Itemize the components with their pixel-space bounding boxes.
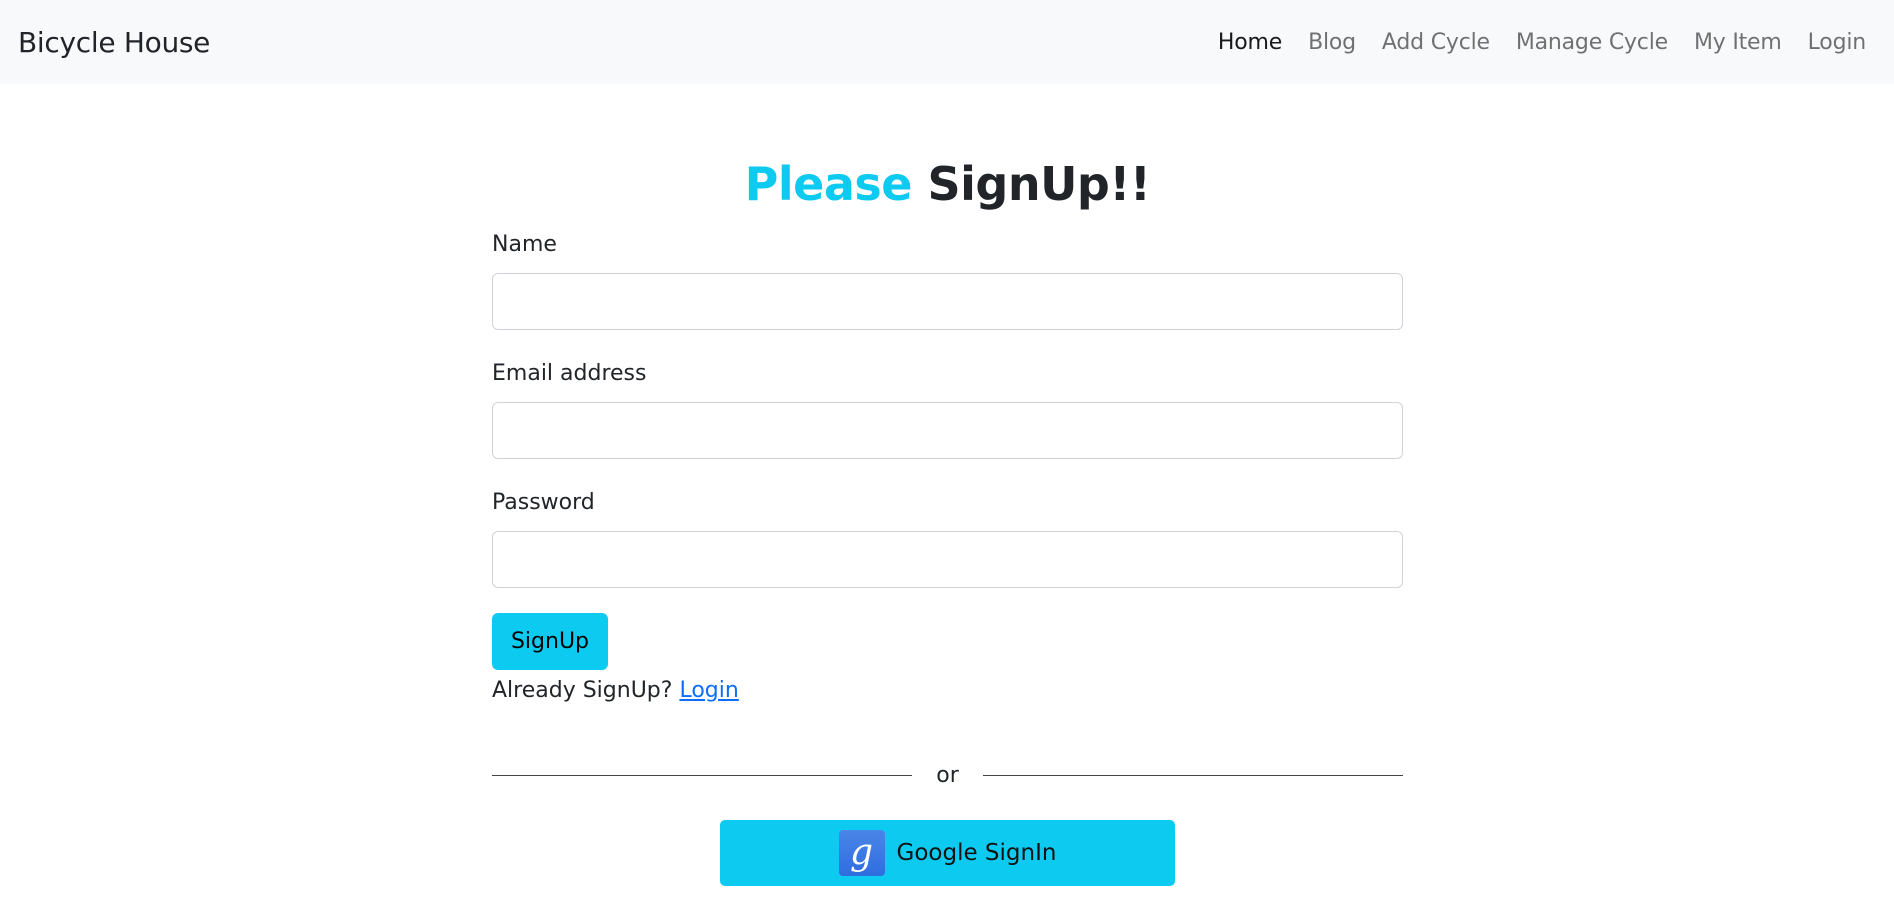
name-field[interactable] [492, 273, 1403, 330]
name-label: Name [492, 232, 557, 257]
page-title: Please SignUp!! [492, 156, 1403, 212]
nav-my-item[interactable]: My Item [1694, 24, 1782, 62]
google-signin-label: Google SignIn [896, 840, 1057, 866]
brand-link[interactable]: Bicycle House [18, 24, 210, 62]
google-signin-button[interactable]: g Google SignIn [720, 820, 1175, 886]
already-signup-text: Already SignUp? Login [492, 674, 739, 708]
email-field[interactable] [492, 402, 1403, 459]
nav-blog[interactable]: Blog [1308, 24, 1356, 62]
title-accent: Please [744, 157, 913, 211]
password-label: Password [492, 490, 595, 515]
divider-line-right [983, 775, 1403, 776]
already-signup-label: Already SignUp? [492, 678, 673, 703]
navbar: Bicycle House Home Blog Add Cycle Manage… [0, 0, 1894, 84]
login-link[interactable]: Login [679, 678, 738, 703]
divider-or-text: or [936, 763, 959, 788]
nav-links: Home Blog Add Cycle Manage Cycle My Item… [1218, 24, 1866, 62]
or-divider: or [492, 756, 1403, 796]
signup-button[interactable]: SignUp [492, 613, 608, 670]
title-rest: SignUp!! [927, 157, 1151, 211]
nav-login[interactable]: Login [1808, 24, 1867, 62]
nav-add-cycle[interactable]: Add Cycle [1382, 24, 1490, 62]
email-label: Email address [492, 361, 647, 386]
password-field[interactable] [492, 531, 1403, 588]
nav-manage-cycle[interactable]: Manage Cycle [1516, 24, 1668, 62]
divider-line-left [492, 775, 912, 776]
google-g-icon: g [838, 830, 885, 876]
nav-home[interactable]: Home [1218, 24, 1282, 62]
